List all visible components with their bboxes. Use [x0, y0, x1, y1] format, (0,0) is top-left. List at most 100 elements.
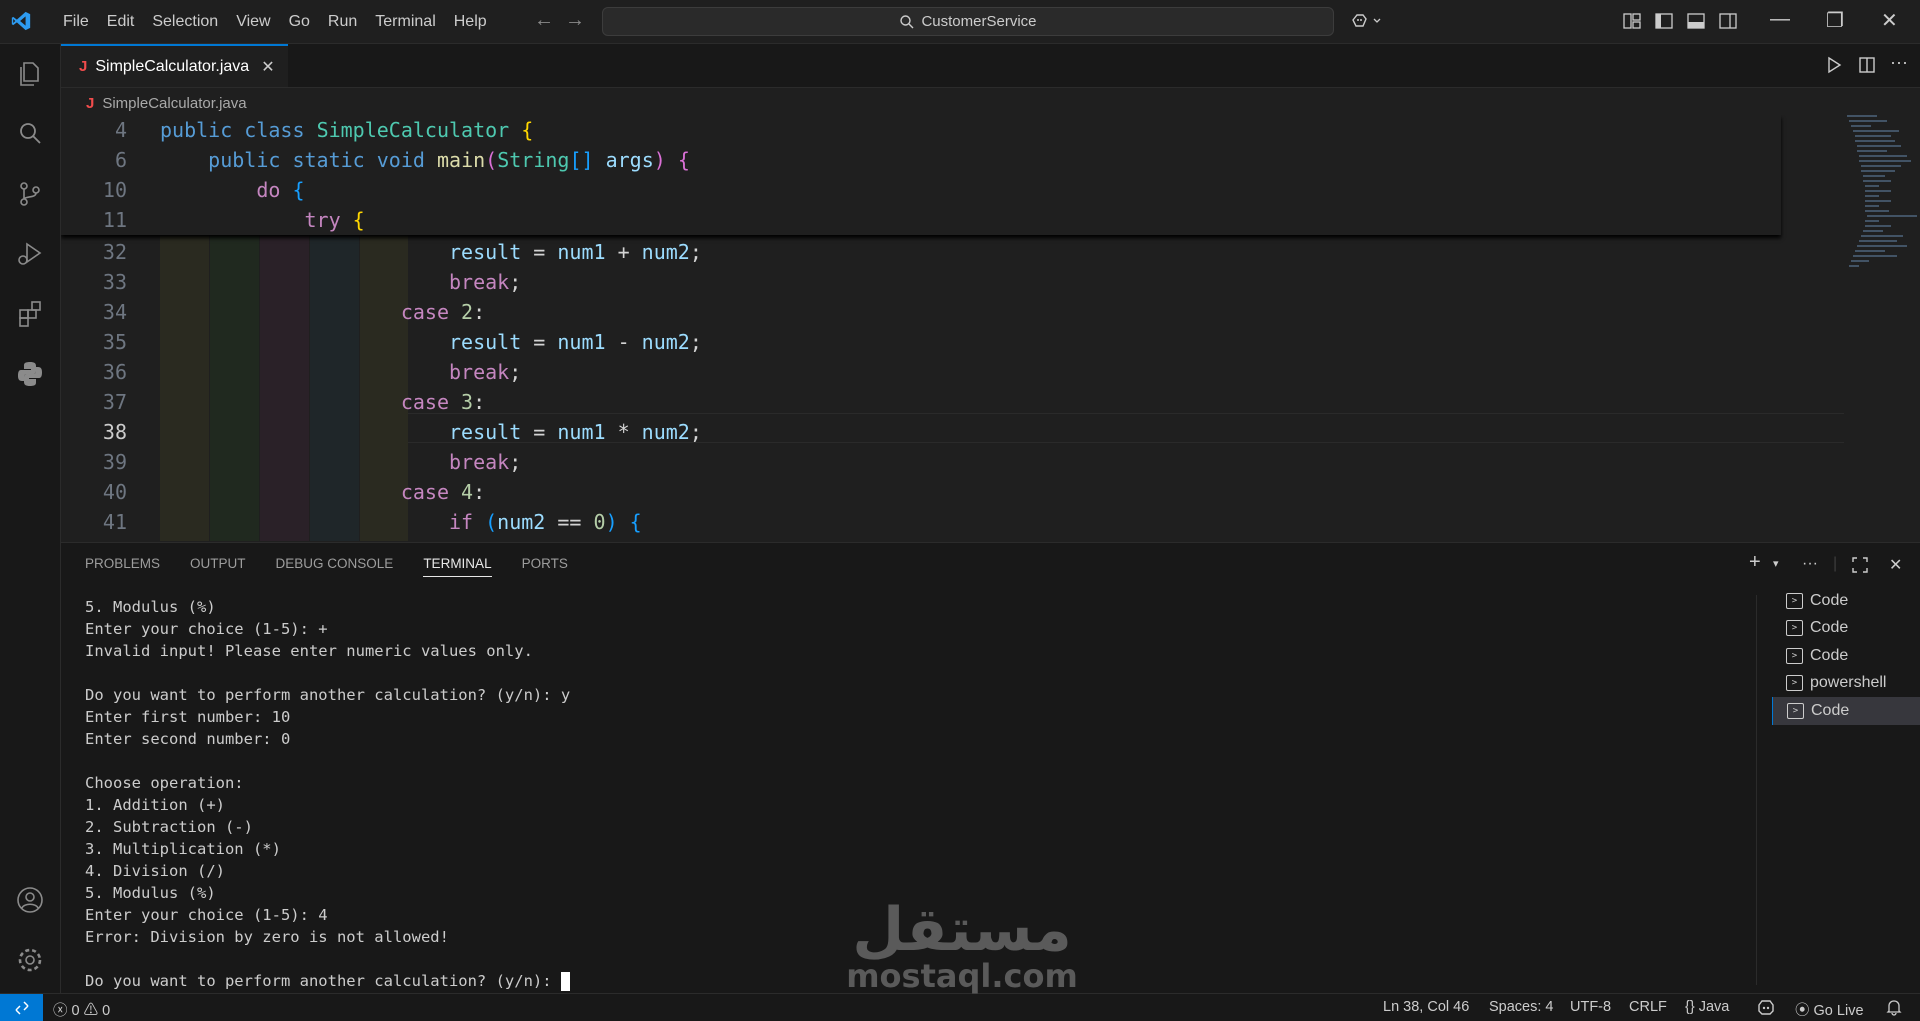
menu-file[interactable]: File	[54, 13, 98, 31]
line-number: 4	[114, 118, 127, 142]
mostaql-watermark: مستقل mostaql.com	[843, 900, 1081, 1000]
remote-indicator[interactable]	[0, 994, 43, 1021]
restore-window-icon[interactable]: ❐	[1826, 8, 1844, 33]
terminal-session-item[interactable]: > Code	[1772, 587, 1920, 615]
menu-edit[interactable]: Edit	[98, 13, 144, 31]
menu-help[interactable]: Help	[445, 13, 496, 31]
encoding[interactable]: UTF-8	[1570, 999, 1611, 1015]
notifications-bell-icon[interactable]	[1885, 999, 1903, 1016]
toggle-primary-sidebar-icon[interactable]	[1654, 11, 1674, 31]
menu-selection[interactable]: Selection	[143, 13, 227, 31]
terminal-output[interactable]: 5. Modulus (%) Enter your choice (1-5): +…	[85, 596, 570, 992]
go-live-button[interactable]: ⦿ Go Live	[1795, 999, 1864, 1020]
close-tab-icon[interactable]: ✕	[261, 57, 274, 77]
editor-tab-bar: J SimpleCalculator.java ✕ ···	[61, 44, 1920, 88]
more-actions-icon[interactable]: ···	[1890, 52, 1908, 72]
line-number: 41	[102, 510, 127, 534]
terminal-session-label: powershell	[1810, 674, 1887, 692]
panel-tab-problems[interactable]: PROBLEMS	[85, 556, 160, 577]
line-number: 40	[102, 480, 127, 504]
extensions-icon[interactable]	[14, 298, 46, 330]
code-line: 6 public static void main(String[] args)…	[61, 145, 1781, 175]
close-panel-icon[interactable]: ✕	[1889, 555, 1902, 575]
menu-view[interactable]: View	[227, 13, 279, 31]
search-icon[interactable]	[14, 118, 46, 150]
tab-simplecalculator-java[interactable]: J SimpleCalculator.java ✕	[61, 44, 288, 87]
line-number: 6	[114, 148, 127, 172]
settings-gear-icon[interactable]	[14, 944, 46, 976]
command-center-search[interactable]: CustomerService	[602, 7, 1334, 36]
cursor-position[interactable]: Ln 38, Col 46	[1383, 999, 1469, 1015]
terminal-line: Do you want to perform another calculati…	[85, 686, 571, 704]
source-control-icon[interactable]	[14, 178, 46, 210]
run-and-debug-icon[interactable]	[14, 238, 46, 270]
copilot-status-icon[interactable]	[1756, 999, 1776, 1016]
terminal-session-label: Code	[1811, 701, 1850, 719]
menu-go[interactable]: Go	[280, 13, 319, 31]
panel-tab-debug-console[interactable]: DEBUG CONSOLE	[276, 556, 394, 577]
customize-layout-icon[interactable]	[1622, 11, 1642, 31]
line-ending[interactable]: CRLF	[1629, 999, 1667, 1015]
forward-arrow-icon[interactable]: →	[565, 9, 585, 32]
terminal-line: Enter second number: 0	[85, 730, 291, 748]
error-count: 0	[71, 1003, 80, 1019]
breadcrumb: J SimpleCalculator.java	[86, 92, 247, 114]
panel-tab-output[interactable]: OUTPUT	[190, 556, 246, 577]
more-actions-icon[interactable]: ···	[1802, 555, 1818, 573]
accounts-icon[interactable]	[14, 884, 46, 916]
close-window-icon[interactable]: ✕	[1881, 8, 1898, 33]
python-icon[interactable]	[14, 358, 46, 390]
error-icon: ⓧ	[53, 1003, 68, 1019]
code-text: case 3:	[400, 390, 486, 414]
code-line: 40 case 4:	[61, 477, 1781, 507]
maximize-panel-icon[interactable]	[1851, 556, 1869, 574]
code-line: 39 break;	[61, 447, 1781, 477]
new-terminal-icon[interactable]: +	[1749, 551, 1761, 574]
code-text: result = num1 - num2;	[448, 330, 702, 354]
line-number: 37	[102, 390, 127, 414]
code-text: break;	[448, 450, 522, 474]
run-java-icon[interactable]	[1825, 56, 1843, 74]
code-text: break;	[448, 270, 522, 294]
code-line: 10 do {	[61, 175, 1781, 205]
warning-icon: ⚠	[83, 1003, 99, 1019]
code-line: 33 break;	[61, 267, 1781, 297]
code-text: try {	[304, 208, 365, 232]
menu-terminal[interactable]: Terminal	[366, 13, 444, 31]
terminal-session-item[interactable]: > Code	[1772, 697, 1920, 725]
menu-run[interactable]: Run	[319, 13, 366, 31]
terminal-scrollbar[interactable]	[1756, 595, 1767, 985]
code-line: 32 result = num1 + num2;	[61, 237, 1781, 267]
copilot-icon[interactable]	[1350, 11, 1384, 31]
remote-icon	[14, 1000, 29, 1015]
minimap[interactable]	[1844, 115, 1920, 541]
breadcrumb-file[interactable]: SimpleCalculator.java	[102, 95, 246, 112]
back-arrow-icon[interactable]: ←	[534, 9, 554, 32]
search-icon	[900, 14, 914, 28]
panel-tab-ports[interactable]: PORTS	[522, 556, 568, 577]
problems-indicator[interactable]: ⓧ 0 ⚠ 0	[53, 999, 110, 1020]
code-editor[interactable]: 4 public class SimpleCalculator {6 public…	[61, 115, 1920, 541]
indentation[interactable]: Spaces: 4	[1489, 999, 1554, 1015]
toggle-secondary-sidebar-icon[interactable]	[1718, 11, 1738, 31]
terminal-session-item[interactable]: > powershell	[1772, 670, 1920, 698]
vscode-logo-icon	[11, 11, 31, 31]
language-mode[interactable]: {} Java	[1685, 999, 1729, 1015]
terminal-line: Error: Division by zero is not allowed!	[85, 928, 449, 946]
toggle-panel-icon[interactable]	[1686, 11, 1706, 31]
line-number: 11	[102, 208, 127, 232]
title-bar: File Edit Selection View Go Run Terminal Help ←…	[0, 0, 1920, 44]
terminal-icon: >	[1786, 647, 1803, 664]
minimize-window-icon[interactable]: —	[1770, 8, 1790, 31]
split-editor-icon[interactable]	[1858, 56, 1876, 74]
java-file-icon: J	[79, 58, 88, 75]
panel-tab-terminal[interactable]: TERMINAL	[423, 556, 492, 577]
java-file-icon: J	[86, 94, 95, 112]
terminal-session-item[interactable]: > Code	[1772, 642, 1920, 670]
terminal-session-item[interactable]: > Code	[1772, 615, 1920, 643]
line-number: 36	[102, 360, 127, 384]
explorer-icon[interactable]	[14, 58, 46, 90]
chevron-down-icon[interactable]: ▾	[1773, 557, 1779, 570]
line-number: 39	[102, 450, 127, 474]
